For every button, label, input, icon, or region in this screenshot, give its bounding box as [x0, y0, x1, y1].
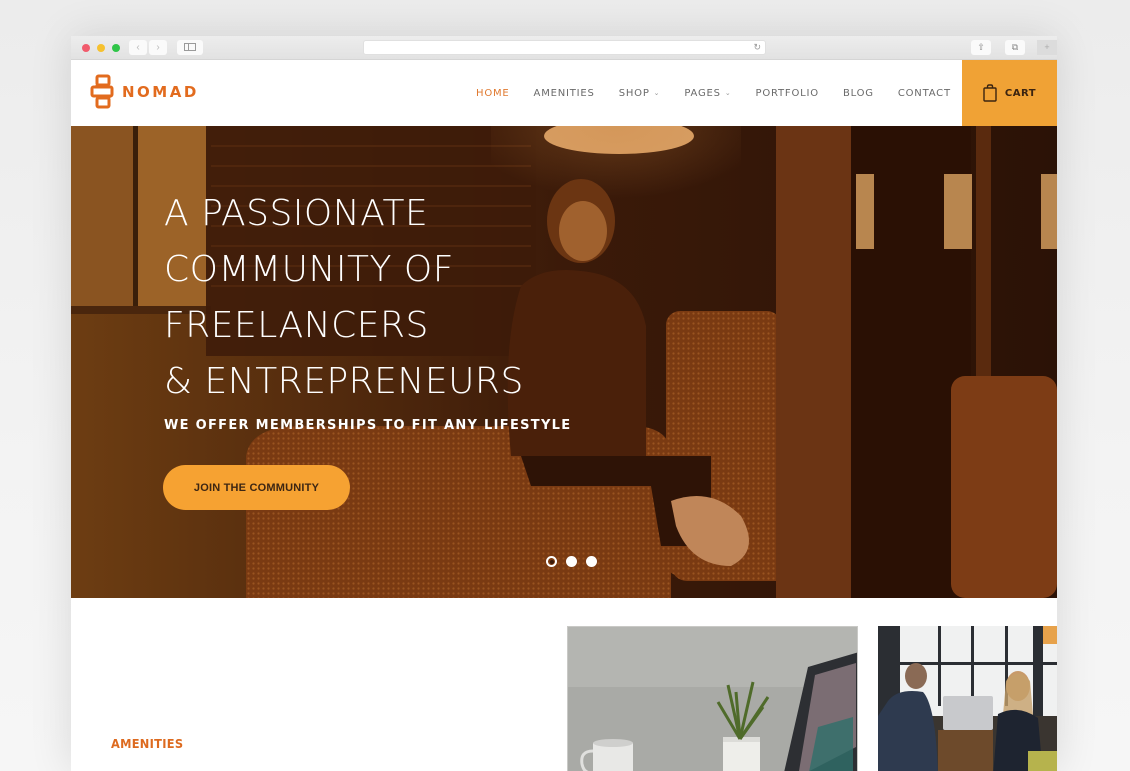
sidebar-icon	[184, 43, 196, 51]
cart-label: CART	[1004, 87, 1037, 99]
nav-pages[interactable]: PAGES ⌄	[684, 88, 731, 99]
forward-button[interactable]: ›	[149, 40, 167, 55]
maximize-window-button[interactable]	[112, 44, 120, 52]
nav-portfolio[interactable]: PORTFOLIO	[755, 88, 818, 99]
back-button[interactable]: ‹	[129, 40, 147, 55]
reload-icon[interactable]: ↻	[753, 41, 761, 54]
share-icon: ⇧	[977, 42, 985, 52]
main-nav: HOME AMENITIES SHOP ⌄ PAGES ⌄ PORTFOLIO BL…	[476, 60, 975, 126]
site-header: NOMAD HOME AMENITIES SHOP ⌄ PAGES ⌄ PORTFO…	[71, 60, 1057, 126]
browser-toolbar: ‹ › ↻ ⇧ ⧉ +	[71, 36, 1057, 60]
browser-window: ‹ › ↻ ⇧ ⧉ + NOMAD HOME AMENITIES SHOP ⌄ …	[71, 36, 1057, 771]
slide-dot-2[interactable]	[566, 556, 577, 567]
new-tab-button[interactable]: +	[1037, 40, 1057, 55]
chevron-down-icon: ⌄	[653, 89, 661, 97]
meeting-photo	[878, 626, 1057, 771]
tabs-icon: ⧉	[1011, 42, 1019, 52]
chevron-right-icon: ›	[156, 42, 160, 53]
chevron-down-icon: ⌄	[724, 89, 732, 97]
hero-slider: A PASSIONATE COMMUNITY OF FREELANCERS & …	[71, 126, 1057, 598]
hero-title: A PASSIONATE COMMUNITY OF FREELANCERS & …	[164, 193, 524, 402]
desk-photo	[568, 627, 857, 771]
join-community-button[interactable]: JOIN THE COMMUNITY	[163, 465, 350, 510]
close-window-button[interactable]	[82, 44, 90, 52]
shopping-bag-icon	[983, 84, 997, 102]
show-tabs-button[interactable]: ⧉	[1005, 40, 1025, 55]
plus-icon: +	[1044, 42, 1050, 52]
nav-shop[interactable]: SHOP ⌄	[619, 88, 661, 99]
logo-text: NOMAD	[122, 83, 199, 101]
nav-home[interactable]: HOME	[476, 88, 510, 99]
slide-dot-3[interactable]	[586, 556, 597, 567]
amenity-image-desk[interactable]	[567, 626, 858, 771]
hero-subtitle: WE OFFER MEMBERSHIPS TO FIT ANY LIFESTYL…	[164, 418, 572, 433]
nav-amenities[interactable]: AMENITIES	[534, 88, 595, 99]
nav-contact[interactable]: CONTACT	[898, 88, 951, 99]
share-button[interactable]: ⇧	[971, 40, 991, 55]
nav-blog[interactable]: BLOG	[843, 88, 874, 99]
slider-pagination	[546, 556, 597, 567]
address-bar[interactable]: ↻	[363, 40, 766, 55]
logo-icon	[90, 74, 114, 109]
cart-button[interactable]: CART	[962, 60, 1057, 126]
slide-dot-1[interactable]	[546, 556, 557, 567]
minimize-window-button[interactable]	[97, 44, 105, 52]
logo[interactable]: NOMAD	[90, 74, 199, 110]
chevron-left-icon: ‹	[136, 42, 140, 53]
amenity-image-meeting[interactable]	[878, 626, 1057, 771]
amenities-heading: AMENITIES	[111, 737, 184, 751]
sidebar-toggle-button[interactable]	[177, 40, 203, 55]
